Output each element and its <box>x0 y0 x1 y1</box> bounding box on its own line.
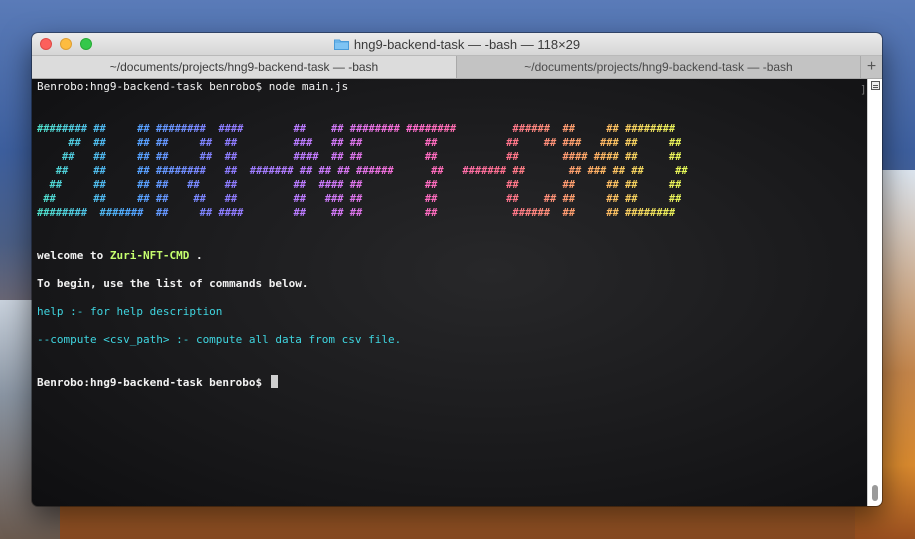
tab-bar: ~/documents/projects/hng9-backend-task —… <box>32 56 882 79</box>
folder-icon <box>333 39 349 50</box>
tab-1-label: ~/documents/projects/hng9-backend-task —… <box>109 60 379 74</box>
app-name: Zuri-NFT-CMD <box>109 249 190 262</box>
ascii-art-row: ######## ## ## ######## #### ## ## #####… <box>37 123 676 135</box>
scroll-thumb[interactable] <box>872 485 878 501</box>
welcome-prefix: welcome to <box>37 249 110 262</box>
ascii-art-row: ## ## ## ## ## ## ## ### ## ## ## ## ## … <box>37 193 682 205</box>
welcome-line: welcome to Zuri-NFT-CMD . <box>37 249 203 263</box>
welcome-suffix: . <box>189 249 203 262</box>
terminal-window: hng9-backend-task — -bash — 118×29 ~/doc… <box>32 33 882 506</box>
title-bar[interactable]: hng9-backend-task — -bash — 118×29 <box>32 33 882 56</box>
terminal-right-bracket: ] <box>860 83 867 96</box>
help-command-line: help :- for help description <box>37 305 223 318</box>
tab-2[interactable]: ~/documents/projects/hng9-backend-task —… <box>457 56 861 78</box>
ascii-art-row: ## ## ## ######## ## ####### ## ## ## ##… <box>37 165 688 177</box>
tab-1[interactable]: ~/documents/projects/hng9-backend-task —… <box>32 56 457 78</box>
begin-instructions: To begin, use the list of commands below… <box>37 277 309 290</box>
ascii-art-row: ## ## ## ## ## ## ## #### ## ## ## ## ##… <box>37 179 682 191</box>
window-title: hng9-backend-task — -bash — 118×29 <box>353 36 581 52</box>
text-cursor <box>270 375 278 388</box>
scrollbar[interactable] <box>867 79 882 506</box>
current-prompt: Benrobo:hng9-backend-task benrobo$ <box>37 376 263 389</box>
window-title-wrap: hng9-backend-task — -bash — 118×29 <box>32 33 882 55</box>
ascii-art-row: ## ## ## ## ## ## #### ## ## ## ## #### … <box>37 151 682 163</box>
current-prompt-line: Benrobo:hng9-backend-task benrobo$ <box>37 375 278 390</box>
new-tab-button[interactable]: + <box>861 56 882 78</box>
tab-2-label: ~/documents/projects/hng9-backend-task —… <box>524 60 793 74</box>
compute-command-line: --compute <csv_path> :- compute all data… <box>37 333 402 346</box>
ascii-art-row: ## ## ## ## ## ## ### ## ## ## ## ## ###… <box>37 137 682 149</box>
ascii-art-row: ######## ####### ## ## #### ## ## ## ## … <box>37 207 676 219</box>
split-pane-icon[interactable] <box>871 81 880 90</box>
terminal-output[interactable]: Benrobo:hng9-backend-task benrobo$ node … <box>32 79 867 506</box>
command-prompt-line: Benrobo:hng9-backend-task benrobo$ node … <box>37 80 349 93</box>
